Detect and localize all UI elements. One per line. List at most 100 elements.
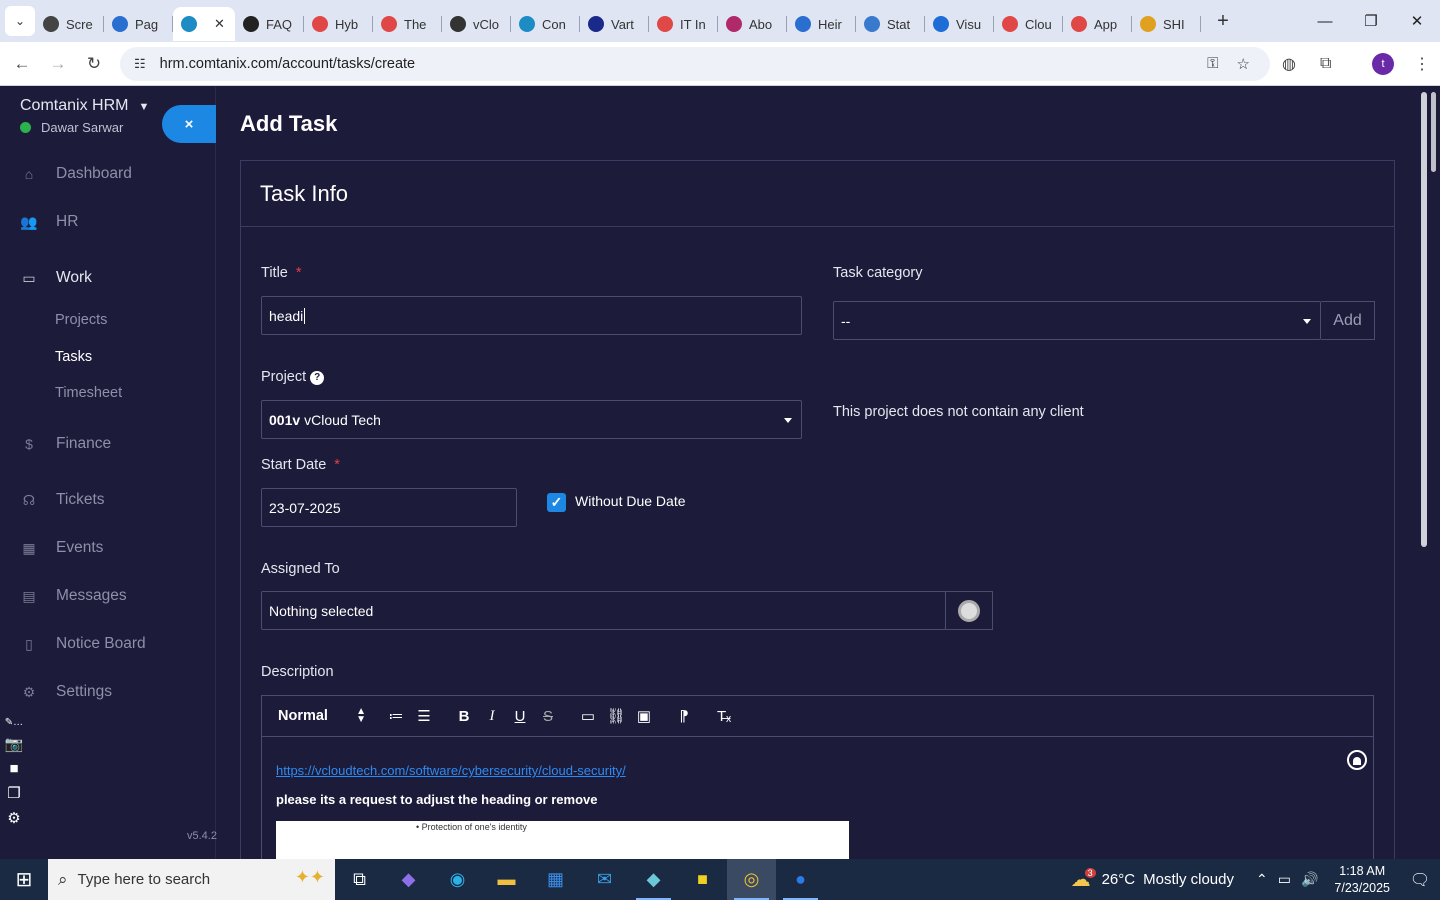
bold-icon[interactable]: B (450, 708, 478, 725)
sidebar-item-work[interactable]: ▭ Work (20, 269, 92, 287)
windows-start-icon[interactable]: ⊞ (0, 859, 48, 900)
taskbar-clock[interactable]: 1:18 AM 7/23/2025 (1334, 863, 1390, 897)
add-category-button[interactable]: Add (1321, 301, 1375, 340)
browser-tab[interactable]: App (1063, 7, 1132, 41)
minimize-icon[interactable]: — (1302, 0, 1348, 42)
browser-tab[interactable]: Vart (580, 7, 649, 41)
scrollbar-thumb-secondary[interactable] (1431, 92, 1436, 172)
text-direction-icon[interactable]: ⁋ (670, 707, 698, 725)
scrollbar-thumb[interactable] (1421, 92, 1427, 547)
title-input[interactable]: headi (261, 296, 802, 335)
start-date-input[interactable]: 23-07-2025 (261, 488, 517, 527)
browser-tab[interactable]: Con (511, 7, 580, 41)
mail-icon[interactable]: ✉ (580, 859, 629, 900)
sidebar-item-hr[interactable]: 👥 HR (20, 213, 78, 231)
close-sidebar-button[interactable]: × (162, 105, 216, 143)
zoom-icon[interactable]: ● (776, 859, 825, 900)
window-icon[interactable]: ❐ (7, 784, 20, 802)
notification-icon[interactable]: 🗨 (1400, 870, 1440, 890)
network-icon[interactable]: ▭ (1278, 871, 1291, 888)
link-icon[interactable]: ⛓ (602, 707, 630, 725)
password-key-icon[interactable]: ⚿ (1207, 55, 1218, 73)
chevron-up-icon[interactable]: ⌃ (1256, 871, 1268, 888)
file-explorer-icon[interactable]: ▬ (482, 859, 531, 900)
browser-tab[interactable]: Hyb (304, 7, 373, 41)
reload-icon[interactable]: ↻ (76, 54, 112, 74)
browser-tab[interactable]: ✕ (173, 7, 235, 41)
embed-icon[interactable]: ▣ (630, 707, 658, 725)
back-icon[interactable]: ← (4, 54, 40, 74)
search-icon: ⌕ (58, 869, 68, 889)
browser-tab[interactable]: Visu (925, 7, 994, 41)
store-icon[interactable]: ▦ (531, 859, 580, 900)
project-select[interactable]: 001v vCloud Tech (261, 400, 802, 439)
editor-content[interactable]: https://vcloudtech.com/software/cybersec… (262, 737, 1373, 859)
sidebar-item-tickets[interactable]: ☊ Tickets (20, 491, 105, 509)
tab-label: Scre (66, 16, 93, 32)
task-view-icon[interactable]: ⧉ (335, 859, 384, 900)
strikethrough-icon[interactable]: S (534, 708, 562, 725)
copilot-icon[interactable]: ◆ (384, 859, 433, 900)
format-select[interactable]: Normal ▲ ▼ (278, 707, 370, 725)
brand-dropdown[interactable]: Comtanix HRM ▼ (20, 97, 149, 115)
assigned-to-select[interactable]: Nothing selected (261, 591, 946, 630)
underline-icon[interactable]: U (506, 708, 534, 725)
browser-tab[interactable]: SHI (1132, 7, 1201, 41)
sidebar-item-dashboard[interactable]: ⌂ Dashboard (20, 165, 132, 183)
tools-gear-icon[interactable]: ⚙ (7, 809, 20, 827)
volume-icon[interactable]: 🔊 (1301, 871, 1318, 888)
sidebar-item-projects[interactable]: Projects (55, 312, 107, 328)
sidebar-item-settings[interactable]: ⚙ Settings (20, 683, 112, 701)
translate-icon[interactable]: ◍ (1282, 42, 1296, 86)
sidebar-item-tasks[interactable]: Tasks (55, 349, 92, 365)
extensions-icon[interactable]: ⧉ (1320, 42, 1331, 86)
sidebar-item-finance[interactable]: $ Finance (20, 435, 111, 453)
task-category-select[interactable]: -- (833, 301, 1321, 340)
tab-close-icon[interactable]: ✕ (214, 16, 225, 32)
new-tab-button[interactable]: + (1211, 10, 1235, 33)
grammar-assistant-icon[interactable] (1347, 750, 1367, 770)
chrome-icon[interactable]: ◎ (727, 859, 776, 900)
browser-tab[interactable]: vClo (442, 7, 511, 41)
italic-icon[interactable]: I (478, 708, 506, 725)
browser-tab[interactable]: FAQ (235, 7, 304, 41)
browser-tab[interactable]: IT In (649, 7, 718, 41)
sidebar-item-events[interactable]: ▦ Events (20, 539, 103, 557)
weather-widget[interactable]: ☁ 3 26°C Mostly cloudy (1071, 867, 1234, 892)
sticky-notes-icon[interactable]: ■ (678, 859, 727, 900)
browser-tab[interactable]: Heir (787, 7, 856, 41)
help-icon[interactable]: ? (310, 370, 325, 385)
sidebar-item-timesheet[interactable]: Timesheet (55, 385, 122, 401)
vpn-app-icon[interactable]: ◆ (629, 859, 678, 900)
page-scrollbar[interactable] (1420, 87, 1440, 859)
profile-avatar[interactable]: t (1372, 53, 1394, 75)
maximize-icon[interactable]: ❐ (1348, 0, 1394, 42)
browser-menu-icon[interactable]: ⋮ (1414, 42, 1430, 86)
sidebar-item-notice-board[interactable]: ▯ Notice Board (20, 635, 145, 653)
edge-icon[interactable]: ◉ (433, 859, 482, 900)
more-tools-icon[interactable]: ✎… (5, 717, 23, 728)
browser-tab[interactable]: The (373, 7, 442, 41)
image-icon[interactable]: ▭ (574, 707, 602, 725)
video-icon[interactable]: ■ (9, 760, 18, 777)
browser-tab[interactable]: Stat (856, 7, 925, 41)
browser-tab[interactable]: Clou (994, 7, 1063, 41)
camera-icon[interactable]: 📷 (5, 735, 24, 753)
forward-icon[interactable]: → (40, 54, 76, 74)
ordered-list-icon[interactable]: ≔ (382, 707, 410, 725)
site-info-icon[interactable]: ☷ (134, 56, 146, 72)
content-link[interactable]: https://vcloudtech.com/software/cybersec… (276, 763, 626, 778)
bookmark-star-icon[interactable]: ☆ (1237, 55, 1250, 73)
browser-tab[interactable]: Scre (35, 7, 104, 41)
assignee-avatar-button[interactable] (945, 591, 993, 630)
taskbar-search[interactable]: ⌕ Type here to search ✦✦ (48, 859, 335, 900)
browser-tab[interactable]: Abo (718, 7, 787, 41)
close-window-icon[interactable]: ✕ (1394, 0, 1440, 42)
sidebar-item-messages[interactable]: ▤ Messages (20, 587, 126, 605)
clear-format-icon[interactable]: T̶ₓ (710, 708, 738, 725)
without-due-date-checkbox[interactable]: ✓ (547, 493, 566, 512)
tab-search-icon[interactable]: ⌄ (5, 6, 35, 36)
browser-tab[interactable]: Pag (104, 7, 173, 41)
url-field[interactable]: ☷ hrm.comtanix.com/account/tasks/create … (120, 47, 1270, 81)
bullet-list-icon[interactable]: ☰ (410, 707, 438, 725)
